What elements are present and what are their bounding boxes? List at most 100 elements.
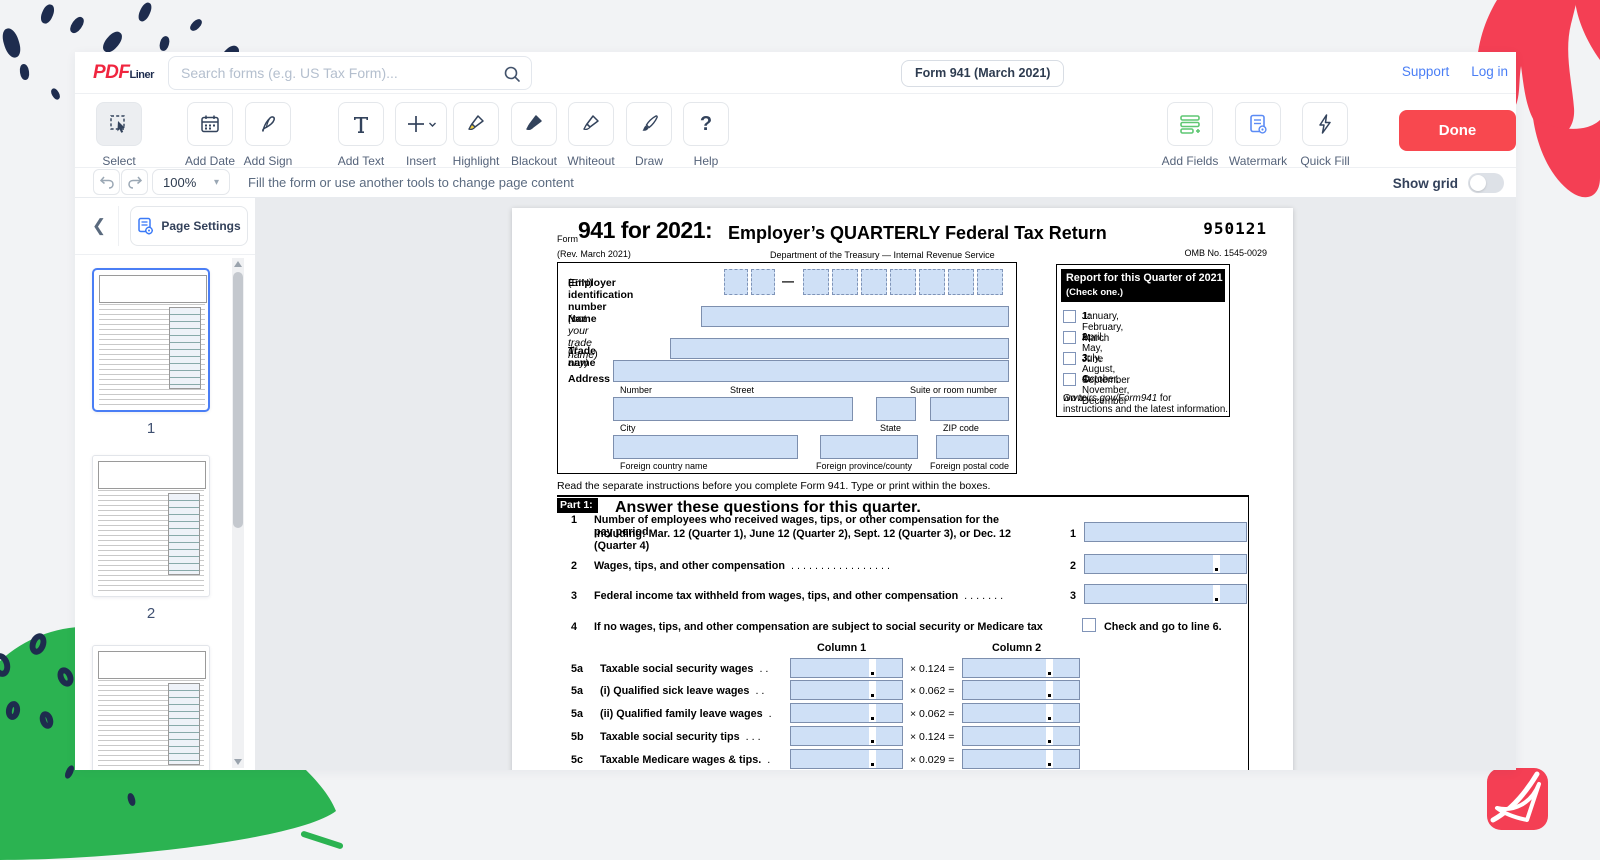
quarter-4-checkbox[interactable] [1063,373,1076,386]
foreign-country-field[interactable] [613,435,798,459]
ein-digit-field[interactable] [977,269,1003,295]
collapse-sidebar-button[interactable]: ❮ [87,214,111,238]
highlight-button[interactable]: Highlight [453,102,499,146]
form-title-text: Employer’s QUARTERLY Federal Tax Return [728,223,1107,244]
ein-digit-field[interactable] [861,269,887,295]
quarter-2-checkbox[interactable] [1063,331,1076,344]
plus-icon [406,114,426,134]
add-sign-button[interactable]: Add Sign [245,102,291,146]
foreign-postal-field[interactable] [936,435,1009,459]
row5-2-col2-field[interactable] [962,703,1080,723]
scroll-up-arrow[interactable] [234,261,242,267]
row5-1-col2-field[interactable] [962,680,1080,700]
line3-field[interactable] [1084,584,1247,604]
row5-0-col1-field[interactable] [790,658,903,678]
page-thumbnail-1[interactable]: 1 [92,268,210,437]
zip-caption: ZIP code [943,423,979,433]
address-street-caption: Street [730,385,754,395]
sub-toolbar: 100% ▾ Fill the form or use another tool… [75,168,1516,198]
search-icon[interactable] [503,65,521,83]
line4-checkbox[interactable] [1082,618,1096,632]
city-field[interactable] [613,397,853,421]
row5-4-col1-field[interactable] [790,749,903,769]
scroll-down-arrow[interactable] [234,759,242,765]
page-thumbnail-3[interactable] [92,645,210,770]
ein-digit-field[interactable] [832,269,858,295]
ein-digit-field[interactable] [948,269,974,295]
row5-4-col2-field[interactable] [962,749,1080,769]
row5-0-col2-field[interactable] [962,658,1080,678]
ein-digit-field[interactable] [803,269,829,295]
line1-field[interactable] [1084,522,1247,542]
row5-0-dots: . . [759,663,768,675]
add-date-button[interactable]: Add Date [187,102,233,146]
pdfliner-logo[interactable]: PDFLiner [93,62,154,84]
name-field[interactable] [701,306,1009,327]
ein-digit-field[interactable] [890,269,916,295]
part1-label: Part 1: [557,498,598,513]
page-settings-label: Page Settings [161,219,240,233]
row5-4-dots: . [767,754,770,766]
row5-3-label: Taxable social security tips [600,731,740,743]
sidebar-scrollbar[interactable] [232,258,244,768]
line3-field-number: 3 [1070,590,1076,602]
ein-digit-field[interactable] [919,269,945,295]
add-text-button[interactable]: Add Text [338,102,384,146]
sidebar-header: ❮ Page Settings [75,198,255,255]
foreign-province-field[interactable] [820,435,918,459]
line2-number: 2 [571,560,577,572]
ein-digit-field[interactable] [751,269,775,295]
page-settings-button[interactable]: Page Settings [130,206,248,246]
line2-field-number: 2 [1070,560,1076,572]
whiteout-button[interactable]: Whiteout [568,102,614,146]
show-grid-toggle[interactable] [1468,173,1504,193]
row5-4-label: Taxable Medicare wages & tips. [600,754,761,766]
document-title: Form 941 (March 2021) [901,60,1064,87]
question-icon: ? [700,113,712,136]
address-street-field[interactable] [613,360,1009,382]
zip-field[interactable] [930,397,1009,421]
quarter-3-checkbox[interactable] [1063,352,1076,365]
row5-1-col1-field[interactable] [790,680,903,700]
page-1-preview [99,275,205,405]
line1-field-number: 1 [1070,528,1076,540]
page-number: 1 [92,420,210,437]
trade-name-field[interactable] [670,338,1009,359]
redo-button[interactable] [121,169,148,195]
add-fields-button[interactable]: Add Fields [1167,102,1213,146]
page-thumbnail-2[interactable]: 2 [92,455,210,622]
select-tool-button[interactable]: Select [96,102,142,146]
toggle-knob [1470,175,1486,191]
insert-button[interactable]: Insert [395,102,447,146]
ein-paren: (EIN) [568,277,593,289]
row5-1-dots: . . [755,685,764,697]
done-button[interactable]: Done [1399,110,1516,151]
draw-button[interactable]: Draw [626,102,672,146]
row5-3-col1-field[interactable] [790,726,903,746]
line2-field[interactable] [1084,554,1247,574]
blackout-button[interactable]: Blackout [511,102,557,146]
row5-3-col2-field[interactable] [962,726,1080,746]
quarter-1-checkbox[interactable] [1063,310,1076,323]
scrollbar-thumb[interactable] [233,272,243,528]
ein-digit-field[interactable] [724,269,748,295]
blackout-brush-icon [523,113,545,135]
watermark-button[interactable]: Watermark [1235,102,1281,146]
row5-0-mult: × 0.124 = [910,663,954,675]
row5-1-number: 5a [571,685,583,697]
help-button[interactable]: ? Help [683,102,729,146]
undo-button[interactable] [93,169,120,195]
row5-3-number: 5b [571,731,584,743]
quick-fill-button[interactable]: Quick Fill [1302,102,1348,146]
zoom-level-select[interactable]: 100% ▾ [152,169,230,195]
content-area: ❮ Page Settings 1 2 [75,198,1516,770]
login-link[interactable]: Log in [1471,64,1508,79]
whiteout-brush-icon [580,113,602,135]
state-field[interactable] [876,397,916,421]
form-941-page: Form 941 for 2021: Employer’s QUARTERLY … [512,208,1293,770]
quarter-box-title: Report for this Quarter of 2021 [1066,272,1223,284]
toolbar-hint-text: Fill the form or use another tools to ch… [248,175,574,190]
support-link[interactable]: Support [1402,64,1449,79]
row5-2-col1-field[interactable] [790,703,903,723]
search-input[interactable] [181,57,491,89]
